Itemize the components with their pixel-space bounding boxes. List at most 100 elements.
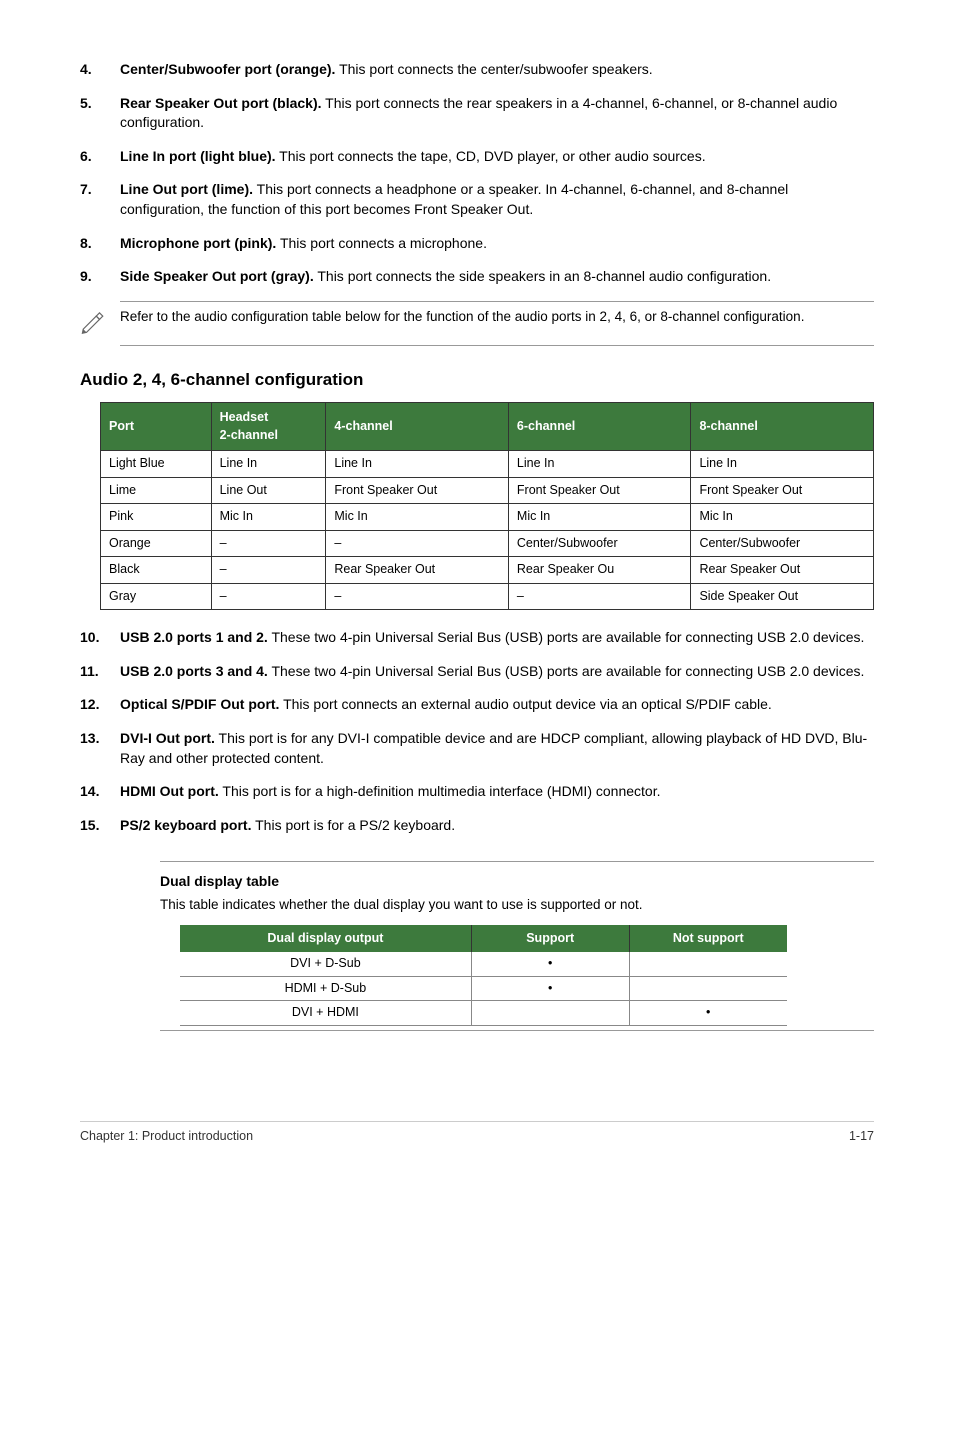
table-cell: Front Speaker Out <box>508 477 691 504</box>
table-cell: DVI + HDMI <box>180 1001 471 1026</box>
list-item: 6.Line In port (light blue). This port c… <box>80 147 874 167</box>
table-row: Gray–––Side Speaker Out <box>101 583 874 610</box>
item-text: Optical S/PDIF Out port. This port conne… <box>120 695 874 715</box>
col-6ch: 6-channel <box>508 403 691 451</box>
item-title: Rear Speaker Out port (black). <box>120 95 322 111</box>
item-number: 13. <box>80 729 120 768</box>
divider <box>120 345 874 346</box>
col-port: Port <box>101 403 212 451</box>
table-cell: Black <box>101 557 212 584</box>
dual-display-block: Dual display table This table indicates … <box>160 861 874 1030</box>
table-row: Black–Rear Speaker OutRear Speaker OuRea… <box>101 557 874 584</box>
table-row: LimeLine OutFront Speaker OutFront Speak… <box>101 477 874 504</box>
list-item: 12.Optical S/PDIF Out port. This port co… <box>80 695 874 715</box>
col-headset-l2: 2-channel <box>220 428 278 442</box>
item-title: Center/Subwoofer port (orange). <box>120 61 335 77</box>
item-number: 7. <box>80 180 120 219</box>
table-cell: – <box>211 583 326 610</box>
divider <box>160 861 874 862</box>
table-cell: Front Speaker Out <box>691 477 874 504</box>
table-row: Light BlueLine InLine InLine InLine In <box>101 451 874 478</box>
col-not-support: Not support <box>629 925 787 953</box>
item-number: 5. <box>80 94 120 133</box>
list-item: 5.Rear Speaker Out port (black). This po… <box>80 94 874 133</box>
table-cell: Line Out <box>211 477 326 504</box>
item-title: DVI-I Out port. <box>120 730 215 746</box>
divider <box>120 301 874 302</box>
table-cell: • <box>629 1001 787 1026</box>
note-block: Refer to the audio configuration table b… <box>80 306 874 340</box>
footer-page-number: 1-17 <box>849 1128 874 1146</box>
table-cell: Line In <box>691 451 874 478</box>
col-headset: Headset 2-channel <box>211 403 326 451</box>
item-number: 8. <box>80 234 120 254</box>
table-cell: Side Speaker Out <box>691 583 874 610</box>
table-cell: – <box>211 557 326 584</box>
item-number: 11. <box>80 662 120 682</box>
item-title: PS/2 keyboard port. <box>120 817 251 833</box>
table-cell <box>629 976 787 1001</box>
table-row: HDMI + D-Sub• <box>180 976 787 1001</box>
item-title: Optical S/PDIF Out port. <box>120 696 279 712</box>
table-cell: Front Speaker Out <box>326 477 509 504</box>
table-cell: • <box>471 976 629 1001</box>
item-text: DVI-I Out port. This port is for any DVI… <box>120 729 874 768</box>
item-title: Line Out port (lime). <box>120 181 253 197</box>
table-cell: Rear Speaker Ou <box>508 557 691 584</box>
item-text: Center/Subwoofer port (orange). This por… <box>120 60 874 80</box>
audio-config-heading: Audio 2, 4, 6-channel configuration <box>80 368 874 392</box>
item-text: PS/2 keyboard port. This port is for a P… <box>120 816 874 836</box>
dual-display-title: Dual display table <box>160 872 874 892</box>
item-text: Line Out port (lime). This port connects… <box>120 180 874 219</box>
dual-display-desc: This table indicates whether the dual di… <box>160 896 874 915</box>
col-4ch: 4-channel <box>326 403 509 451</box>
item-number: 15. <box>80 816 120 836</box>
top-list: 4.Center/Subwoofer port (orange). This p… <box>80 60 874 287</box>
list-item: 11.USB 2.0 ports 3 and 4. These two 4-pi… <box>80 662 874 682</box>
col-8ch: 8-channel <box>691 403 874 451</box>
table-cell: – <box>326 530 509 557</box>
table-cell: Rear Speaker Out <box>326 557 509 584</box>
divider <box>160 1030 874 1031</box>
table-cell: Mic In <box>508 504 691 531</box>
item-text: USB 2.0 ports 1 and 2. These two 4-pin U… <box>120 628 874 648</box>
list-item: 7.Line Out port (lime). This port connec… <box>80 180 874 219</box>
item-text: Line In port (light blue). This port con… <box>120 147 874 167</box>
table-cell: Light Blue <box>101 451 212 478</box>
table-cell: Mic In <box>691 504 874 531</box>
item-text: HDMI Out port. This port is for a high-d… <box>120 782 874 802</box>
table-cell: Center/Subwoofer <box>691 530 874 557</box>
table-cell: Lime <box>101 477 212 504</box>
list-item: 15.PS/2 keyboard port. This port is for … <box>80 816 874 836</box>
item-text: Microphone port (pink). This port connec… <box>120 234 874 254</box>
item-number: 9. <box>80 267 120 287</box>
item-number: 4. <box>80 60 120 80</box>
table-row: PinkMic InMic InMic InMic In <box>101 504 874 531</box>
dual-display-table: Dual display output Support Not support … <box>180 925 787 1026</box>
item-title: HDMI Out port. <box>120 783 219 799</box>
item-number: 10. <box>80 628 120 648</box>
list-item: 14.HDMI Out port. This port is for a hig… <box>80 782 874 802</box>
page-footer: Chapter 1: Product introduction 1-17 <box>80 1121 874 1146</box>
col-headset-l1: Headset <box>220 410 269 424</box>
table-cell <box>629 952 787 976</box>
table-cell: – <box>508 583 691 610</box>
table-cell: DVI + D-Sub <box>180 952 471 976</box>
list-item: 4.Center/Subwoofer port (orange). This p… <box>80 60 874 80</box>
col-support: Support <box>471 925 629 953</box>
table-cell: Line In <box>211 451 326 478</box>
pencil-note-icon <box>80 306 120 340</box>
list-item: 9.Side Speaker Out port (gray). This por… <box>80 267 874 287</box>
item-title: Microphone port (pink). <box>120 235 276 251</box>
table-cell: Pink <box>101 504 212 531</box>
item-title: USB 2.0 ports 1 and 2. <box>120 629 268 645</box>
audio-config-table: Port Headset 2-channel 4-channel 6-chann… <box>100 402 874 610</box>
item-text: USB 2.0 ports 3 and 4. These two 4-pin U… <box>120 662 874 682</box>
item-title: Line In port (light blue). <box>120 148 276 164</box>
table-cell: Mic In <box>211 504 326 531</box>
table-cell: Gray <box>101 583 212 610</box>
table-cell: Mic In <box>326 504 509 531</box>
bottom-list: 10.USB 2.0 ports 1 and 2. These two 4-pi… <box>80 628 874 835</box>
item-number: 6. <box>80 147 120 167</box>
table-cell: Line In <box>326 451 509 478</box>
